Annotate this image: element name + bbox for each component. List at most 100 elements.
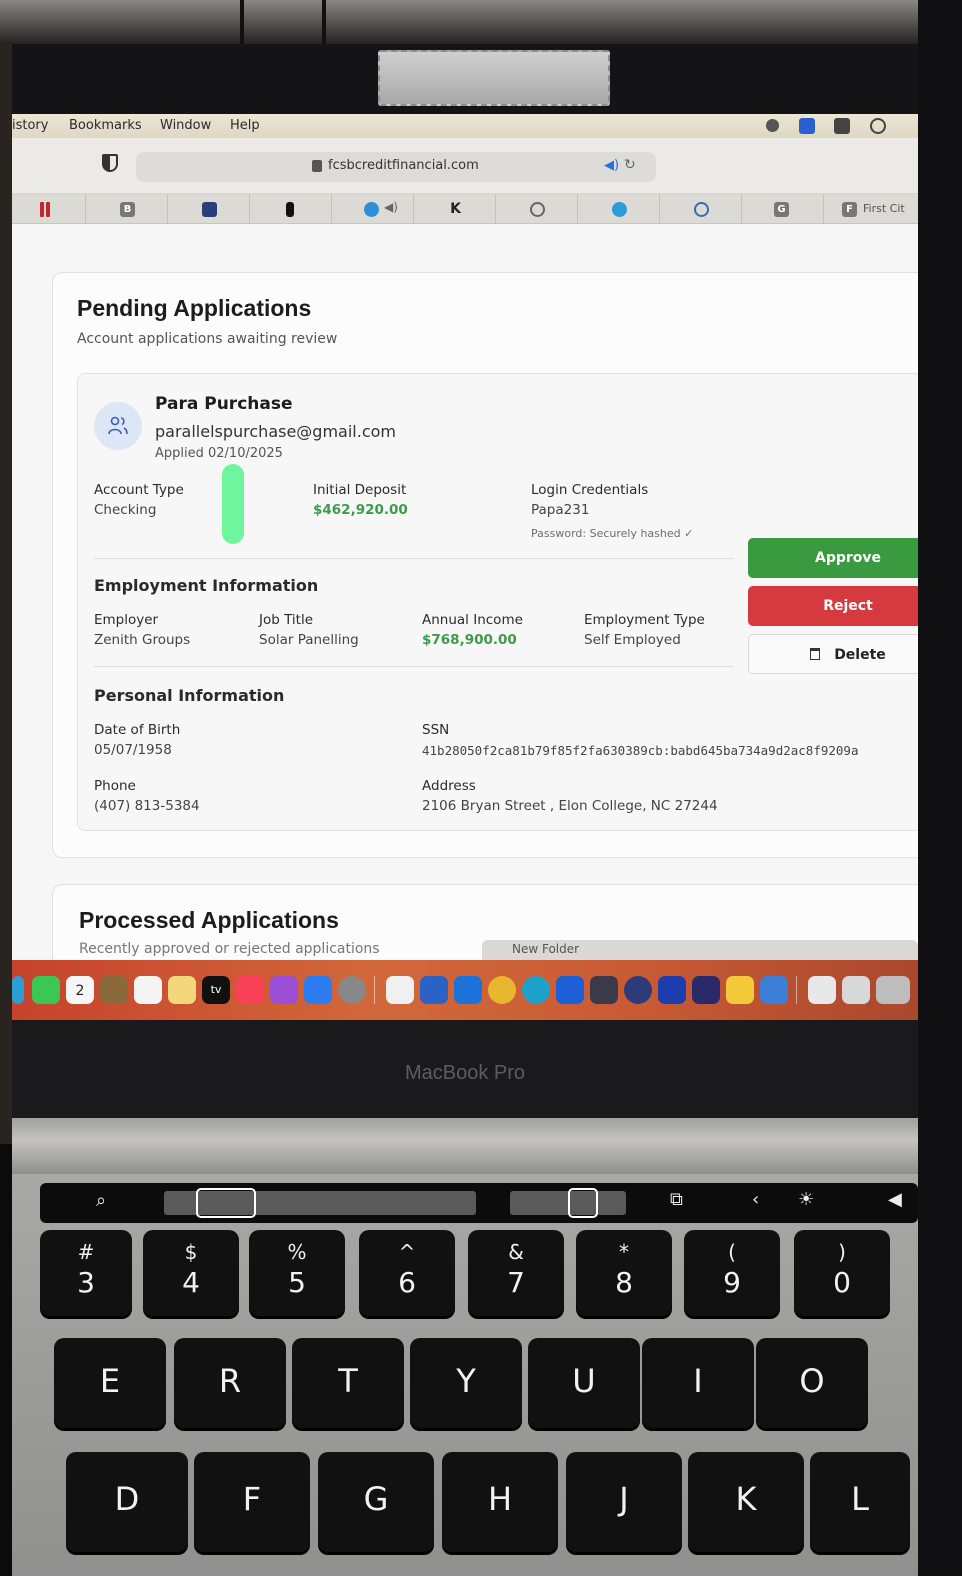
testing-app-icon[interactable] <box>692 976 720 1004</box>
app-icon[interactable] <box>658 976 686 1004</box>
new-tab-icon[interactable]: ⧉ <box>670 1189 683 1210</box>
key-8[interactable]: * 8 <box>576 1230 672 1316</box>
new-folder-label[interactable]: New Folder <box>512 942 579 956</box>
menu-history[interactable]: istory <box>12 118 48 133</box>
system-settings-icon[interactable] <box>338 976 366 1004</box>
tray-screen-icon[interactable] <box>834 118 850 134</box>
apple-tv-icon[interactable]: tv <box>202 976 230 1004</box>
key-4[interactable]: $4 <box>143 1230 239 1316</box>
key-y[interactable]: Y <box>410 1338 522 1428</box>
reload-icon[interactable]: ↻ <box>624 157 636 173</box>
notes-icon[interactable] <box>168 976 196 1004</box>
key-5[interactable]: % 5 <box>249 1230 345 1316</box>
initial-deposit-value: $462,920.00 <box>313 502 408 518</box>
reject-button[interactable]: Reject <box>748 586 918 626</box>
document-icon[interactable] <box>842 976 870 1004</box>
delete-button[interactable]: Delete <box>748 634 918 674</box>
tab-3[interactable] <box>168 194 250 224</box>
approve-button[interactable]: Approve <box>748 538 918 578</box>
tab-6[interactable]: K <box>414 194 496 224</box>
menu-window[interactable]: Window <box>160 118 211 133</box>
tab-audio-icon[interactable]: ◀) <box>384 200 398 214</box>
search-icon[interactable]: ⌕ <box>96 1190 106 1211</box>
key-f[interactable]: F <box>194 1452 310 1552</box>
tab-2[interactable]: B <box>86 194 168 224</box>
touch-bar-handle[interactable] <box>196 1188 256 1218</box>
key-6[interactable]: ^ 6 <box>359 1230 455 1316</box>
tab-first-citizens[interactable]: F First Cit <box>824 194 918 224</box>
key-k[interactable]: K <box>688 1452 804 1552</box>
tab-5[interactable]: ◀) <box>332 194 414 224</box>
tab-favicon: F <box>842 202 857 217</box>
textedit-icon[interactable] <box>386 976 414 1004</box>
key-7[interactable]: & 7 <box>468 1230 564 1316</box>
key-g[interactable]: G <box>318 1452 434 1552</box>
key-u[interactable]: U <box>528 1338 640 1428</box>
tab-10[interactable]: G <box>742 194 824 224</box>
applicant-email: parallelspurchase@gmail.com <box>155 422 396 441</box>
folder-icon[interactable] <box>726 976 754 1004</box>
touch-bar-handle[interactable] <box>568 1188 598 1218</box>
phone-label: Phone <box>94 778 136 794</box>
tab-1[interactable] <box>12 194 86 224</box>
app-icon[interactable] <box>760 976 788 1004</box>
reminders-icon[interactable] <box>134 976 162 1004</box>
tray-shield-icon[interactable] <box>766 119 779 132</box>
chrome-icon[interactable] <box>488 976 516 1004</box>
key-d[interactable]: D <box>66 1452 188 1552</box>
finder-window-edge[interactable]: New Folder <box>482 940 918 960</box>
x-app-icon[interactable] <box>556 976 584 1004</box>
tab-favicon: B <box>120 202 135 217</box>
podcasts-icon[interactable] <box>270 976 298 1004</box>
windows-icon[interactable] <box>454 976 482 1004</box>
key-j[interactable]: J <box>566 1452 682 1552</box>
key-h[interactable]: H <box>442 1452 558 1552</box>
menu-bookmarks[interactable]: Bookmarks <box>69 118 142 133</box>
dob-label: Date of Birth <box>94 722 181 738</box>
dock-app-icon[interactable] <box>12 976 24 1004</box>
password-note: Password: Securely hashed ✓ <box>531 527 694 540</box>
page-title: Pending Applications <box>77 295 312 321</box>
notes-app-icon[interactable] <box>100 976 128 1004</box>
key-0[interactable]: ) 0 <box>794 1230 890 1316</box>
key-e[interactable]: E <box>54 1338 166 1428</box>
menu-help[interactable]: Help <box>230 118 260 133</box>
printer-icon[interactable] <box>590 976 618 1004</box>
application-item: Para Purchase parallelspurchase@gmail.co… <box>77 373 918 831</box>
tray-app-icon[interactable] <box>799 118 815 134</box>
tab-4[interactable] <box>250 194 332 224</box>
key-o[interactable]: O <box>756 1338 868 1428</box>
tab-8[interactable] <box>578 194 660 224</box>
address-bar[interactable]: fcsbcreditfinancial.com ◀) ↻ <box>136 152 656 182</box>
calendar-icon[interactable]: 2 <box>66 976 94 1004</box>
tab-favicon <box>612 202 627 217</box>
processed-subtitle: Recently approved or rejected applicatio… <box>79 941 380 957</box>
key-l[interactable]: L <box>810 1452 910 1552</box>
tray-record-icon[interactable] <box>870 118 886 134</box>
macbook-pro-label: MacBook Pro <box>404 1062 526 1084</box>
page-content: Pending Applications Account application… <box>12 224 918 960</box>
key-9[interactable]: (9 <box>684 1230 780 1316</box>
audio-playing-icon[interactable]: ◀) <box>604 158 619 173</box>
document-icon[interactable] <box>876 976 910 1004</box>
tab-7[interactable] <box>496 194 578 224</box>
key-i[interactable]: I <box>642 1338 754 1428</box>
document-icon[interactable] <box>808 976 836 1004</box>
background-right-edge <box>918 0 962 1590</box>
key-r[interactable]: R <box>174 1338 286 1428</box>
brightness-icon[interactable]: ☀ <box>798 1189 814 1210</box>
word-icon[interactable] <box>420 976 448 1004</box>
vpn-icon[interactable] <box>624 976 652 1004</box>
volume-icon[interactable]: ◀ <box>888 1189 902 1210</box>
facetime-icon[interactable] <box>32 976 60 1004</box>
chevron-left-icon[interactable]: ‹ <box>752 1189 759 1210</box>
key-3[interactable]: #3 <box>40 1230 132 1316</box>
music-icon[interactable] <box>236 976 264 1004</box>
edge-icon[interactable] <box>522 976 550 1004</box>
key-t[interactable]: T <box>292 1338 404 1428</box>
users-avatar-icon <box>94 402 142 450</box>
privacy-shield-icon[interactable] <box>102 154 118 172</box>
divider <box>94 666 734 667</box>
app-store-icon[interactable] <box>304 976 332 1004</box>
tab-9[interactable] <box>660 194 742 224</box>
